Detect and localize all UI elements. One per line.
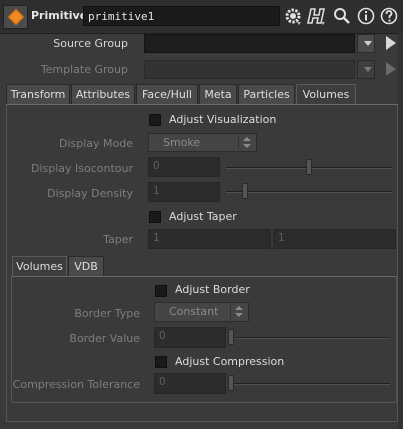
compression-tolerance-slider-handle[interactable]: [228, 375, 234, 391]
template-group-menu-button[interactable]: [357, 60, 375, 79]
help-question-icon[interactable]: [379, 6, 399, 26]
tab-meta[interactable]: Meta: [199, 84, 237, 104]
adjust-visualization-checkbox[interactable]: [149, 114, 161, 126]
magnifier-icon[interactable]: [332, 6, 352, 26]
border-value-slider-handle[interactable]: [228, 329, 234, 345]
border-value-label: Border Value: [69, 332, 140, 345]
gear-icon[interactable]: [283, 6, 303, 26]
source-group-field[interactable]: [144, 34, 355, 53]
template-group-label: Template Group: [40, 63, 128, 76]
tab-particles[interactable]: Particles: [238, 84, 295, 104]
compression-tolerance-slider-track[interactable]: [230, 383, 390, 385]
compression-tolerance-field[interactable]: 0: [154, 373, 226, 394]
tab-transform[interactable]: Transform: [6, 84, 70, 104]
compression-tolerance-label: Compression Tolerance: [12, 378, 140, 391]
adjust-border-checkbox[interactable]: [155, 285, 167, 297]
houdini-help-h-icon[interactable]: [307, 6, 327, 26]
display-density-slider-track[interactable]: [226, 191, 392, 193]
panel-edge: [398, 33, 403, 429]
adjust-compression-checkbox[interactable]: [155, 356, 167, 368]
display-density-field[interactable]: 1: [148, 182, 220, 202]
display-density-slider-handle[interactable]: [242, 183, 248, 199]
taper-y-field[interactable]: 1: [273, 229, 396, 249]
node-name-field[interactable]: primitive1: [83, 6, 280, 26]
info-icon[interactable]: [356, 6, 376, 26]
subtab-vdb[interactable]: VDB: [68, 256, 104, 276]
source-group-label: Source Group: [53, 37, 128, 50]
border-value-slider-track[interactable]: [230, 337, 390, 339]
display-isocontour-slider-handle[interactable]: [306, 159, 312, 175]
display-density-label: Display Density: [47, 187, 133, 200]
updown-arrows-icon: [243, 137, 251, 149]
adjust-border-label: Adjust Border: [175, 283, 250, 296]
taper-label: Taper: [103, 233, 133, 246]
border-type-dropdown[interactable]: Constant: [154, 302, 249, 322]
adjust-taper-checkbox[interactable]: [149, 211, 161, 223]
border-value-field[interactable]: 0: [154, 327, 226, 348]
source-group-select-arrow-icon[interactable]: [386, 36, 396, 50]
taper-x-field[interactable]: 1: [148, 229, 271, 249]
display-mode-label: Display Mode: [58, 137, 133, 150]
border-type-label: Border Type: [74, 307, 140, 320]
tab-face-hull[interactable]: Face/Hull: [136, 84, 198, 104]
source-group-menu-button[interactable]: [357, 34, 375, 53]
primitive-node-icon[interactable]: [3, 5, 28, 29]
display-isocontour-label: Display Isocontour: [30, 162, 133, 175]
updown-arrows-icon: [235, 306, 243, 318]
adjust-compression-label: Adjust Compression: [175, 355, 285, 368]
adjust-visualization-label: Adjust Visualization: [169, 113, 277, 126]
template-group-field[interactable]: [144, 60, 355, 79]
tab-attributes[interactable]: Attributes: [71, 84, 135, 104]
template-group-select-arrow-icon[interactable]: [386, 62, 396, 76]
node-type-label: Primitive: [31, 9, 88, 22]
display-mode-dropdown[interactable]: Smoke: [148, 133, 257, 152]
subtab-volumes[interactable]: Volumes: [12, 256, 67, 276]
display-mode-value: Smoke: [163, 136, 201, 149]
adjust-taper-label: Adjust Taper: [169, 210, 237, 223]
border-type-value: Constant: [169, 305, 219, 318]
display-isocontour-field[interactable]: 0: [148, 157, 220, 177]
tab-volumes[interactable]: Volumes: [296, 84, 356, 104]
